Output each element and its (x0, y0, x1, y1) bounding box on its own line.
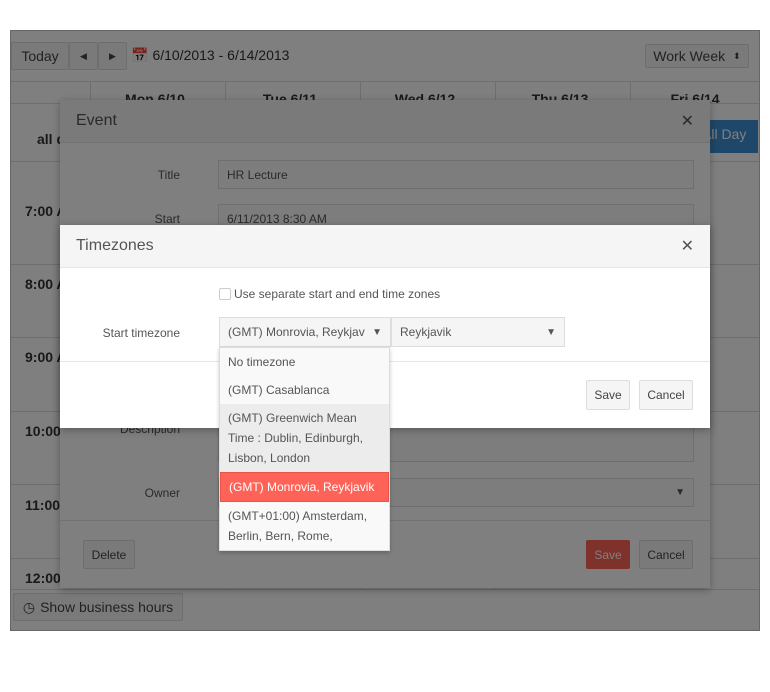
separate-timezones-checkbox[interactable]: Use separate start and end time zones (219, 287, 440, 301)
owner-label: Owner (144, 486, 180, 500)
show-business-hours-button[interactable]: ◷ Show business hours (13, 593, 183, 621)
save-button[interactable]: Save (586, 380, 630, 410)
timezone-option[interactable]: No timezone (220, 348, 389, 376)
timezone-select[interactable]: (GMT) Monrovia, Reykjav ▼ (219, 317, 391, 347)
timezone-option[interactable]: (GMT+01:00) Amsterdam, Berlin, Bern, Rom… (220, 502, 389, 550)
clock-icon: ◷ (22, 598, 36, 615)
delete-button[interactable]: Delete (83, 540, 135, 569)
next-button[interactable]: ▶ (98, 42, 127, 70)
timezone-option-selected[interactable]: (GMT) Monrovia, Reykjavik (220, 472, 389, 502)
start-timezone-label: Start timezone (102, 326, 180, 340)
updown-icon: ⬍ (733, 50, 741, 61)
timezone-dropdown-list: No timezone (GMT) Casablanca (GMT) Green… (219, 347, 390, 551)
calendar-icon: 📅 (131, 47, 149, 63)
city-select[interactable]: Reykjavik ▼ (391, 317, 565, 347)
start-label: Start (154, 212, 180, 226)
caret-down-icon: ▼ (372, 326, 382, 338)
dialog-title: Timezones (76, 237, 154, 254)
cancel-button[interactable]: Cancel (639, 540, 693, 569)
prev-button[interactable]: ◀ (69, 42, 98, 70)
timezone-option[interactable]: (GMT) Casablanca (220, 376, 389, 404)
today-button[interactable]: Today (11, 42, 69, 70)
close-icon[interactable]: ✕ (681, 111, 694, 131)
timezone-option[interactable]: (GMT) Greenwich Mean Time : Dublin, Edin… (220, 404, 389, 472)
cancel-button[interactable]: Cancel (639, 380, 693, 410)
close-icon[interactable]: ✕ (681, 236, 694, 256)
date-range[interactable]: 📅 6/10/2013 - 6/14/2013 (131, 47, 289, 64)
save-button[interactable]: Save (586, 540, 630, 569)
title-label: Title (157, 168, 180, 182)
chevron-right-icon: ▶ (109, 50, 116, 61)
view-select[interactable]: Work Week ⬍ (645, 44, 749, 68)
chevron-left-icon: ◀ (80, 50, 87, 61)
checkbox[interactable] (219, 288, 231, 300)
caret-down-icon: ▼ (546, 326, 556, 338)
caret-down-icon: ▼ (675, 487, 685, 498)
dialog-title: Event (76, 112, 117, 129)
title-input[interactable]: HR Lecture (218, 160, 694, 189)
